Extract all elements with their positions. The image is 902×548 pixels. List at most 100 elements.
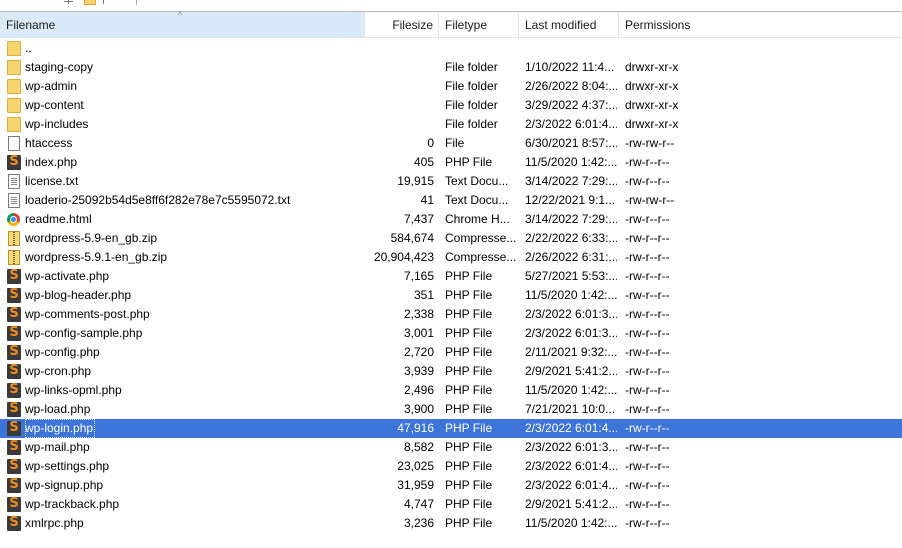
file-size: 3,939 <box>403 364 434 378</box>
file-row[interactable]: wp-settings.php 23,025 PHP File 2/3/2022 6:… <box>0 457 902 476</box>
file-name-cell: wp-config-sample.php <box>6 324 361 343</box>
file-modified: 2/3/2022 6:01:4... <box>525 117 617 131</box>
folder-icon[interactable] <box>84 0 96 5</box>
file-row[interactable]: staging-copy File folder 1/10/2022 11:4...… <box>0 58 902 77</box>
file-name: wp-login.php <box>25 419 96 438</box>
file-name-cell: loaderio-25092b54d5e8ff6f282e78e7c559507… <box>6 191 361 210</box>
file-modified: 3/29/2022 4:37:... <box>525 98 617 112</box>
file-name: wp-activate.php <box>25 269 110 283</box>
file-icon <box>8 136 20 151</box>
file-name: index.php <box>25 155 78 169</box>
file-permissions: -rw-rw-r-- <box>625 193 675 207</box>
file-permissions: -rw-r--r-- <box>625 231 670 245</box>
file-type: Compresse... <box>445 231 517 245</box>
file-row[interactable]: wp-links-opml.php 2,496 PHP File 11/5/2020 … <box>0 381 902 400</box>
file-row[interactable]: wordpress-5.9.1-en_gb.zip 20,904,423 Compr… <box>0 248 902 267</box>
php-file-icon <box>7 362 21 379</box>
php-file-icon <box>7 400 21 417</box>
column-header-row: Filename ^ Filesize Filetype Last modifi… <box>0 11 902 38</box>
file-modified: 7/21/2021 10:0... <box>525 402 616 416</box>
file-row[interactable]: wp-config-sample.php 3,001 PHP File 2/3/202… <box>0 324 902 343</box>
file-row[interactable]: wp-trackback.php 4,747 PHP File 2/9/2021 5:… <box>0 495 902 514</box>
file-row[interactable]: wp-content File folder 3/29/2022 4:37:... d… <box>0 96 902 115</box>
file-modified: 5/27/2021 5:53:... <box>525 269 617 283</box>
column-header-permissions[interactable]: Permissions <box>619 12 902 37</box>
folder-icon <box>7 79 21 94</box>
file-name-cell: wp-content <box>6 96 361 115</box>
expander-line <box>64 1 73 2</box>
php-file-icon <box>7 343 21 360</box>
file-row[interactable]: wp-login.php 47,916 PHP File 2/3/2022 6:01:… <box>0 419 902 438</box>
text-file-icon <box>8 193 20 208</box>
file-row[interactable]: wp-activate.php 7,165 PHP File 5/27/2021 5:… <box>0 267 902 286</box>
file-row[interactable]: wp-load.php 3,900 PHP File 7/21/2021 10:0..… <box>0 400 902 419</box>
file-modified: 11/5/2020 1:42:... <box>525 155 617 169</box>
file-modified: 2/3/2022 6:01:4... <box>525 459 617 473</box>
file-type: PHP File <box>445 421 493 435</box>
file-permissions: -rw-r--r-- <box>625 250 670 264</box>
file-name: license.txt <box>25 174 79 188</box>
file-row[interactable]: xmlrpc.php 3,236 PHP File 11/5/2020 1:42:..… <box>0 514 902 533</box>
file-list-view[interactable]: Filename ^ Filesize Filetype Last modifi… <box>0 11 902 548</box>
column-header-label: Filesize <box>392 18 433 32</box>
file-type: File folder <box>445 117 498 131</box>
file-type: PHP File <box>445 440 493 454</box>
file-type: Text Docu... <box>445 174 509 188</box>
file-size <box>366 115 434 134</box>
file-permissions: -rw-r--r-- <box>625 155 670 169</box>
file-type: File folder <box>445 79 498 93</box>
file-name: wp-signup.php <box>25 478 104 492</box>
column-header-filetype[interactable]: Filetype <box>439 12 519 37</box>
file-name-cell: wp-load.php <box>6 400 361 419</box>
file-row[interactable]: wordpress-5.9-en_gb.zip 584,674 Compresse.… <box>0 229 902 248</box>
file-row[interactable]: wp-comments-post.php 2,338 PHP File 2/3/202… <box>0 305 902 324</box>
file-row[interactable]: index.php 405 PHP File 11/5/2020 1:42:... -r… <box>0 153 902 172</box>
file-row[interactable]: wp-mail.php 8,582 PHP File 2/3/2022 6:01:3.… <box>0 438 902 457</box>
column-header-filesize[interactable]: Filesize <box>365 12 439 37</box>
file-row[interactable]: wp-includes File folder 2/3/2022 6:01:4...… <box>0 115 902 134</box>
file-row[interactable]: loaderio-25092b54d5e8ff6f282e78e7c559507… <box>0 191 902 210</box>
file-row[interactable]: readme.html 7,437 Chrome H... 3/14/2022 7:2… <box>0 210 902 229</box>
file-size: 351 <box>413 288 434 302</box>
folder-icon <box>7 60 21 75</box>
file-name-cell: wp-activate.php <box>6 267 361 286</box>
file-permissions: -rw-r--r-- <box>625 421 670 435</box>
file-name: wp-load.php <box>25 402 91 416</box>
file-permissions: -rw-r--r-- <box>625 212 670 226</box>
file-name-cell: license.txt <box>6 172 361 191</box>
file-type: PHP File <box>445 288 493 302</box>
file-type: PHP File <box>445 383 493 397</box>
column-header-last-modified[interactable]: Last modified <box>519 12 619 37</box>
file-permissions: drwxr-xr-x <box>625 60 679 74</box>
file-modified: 11/5/2020 1:42:... <box>525 516 617 530</box>
php-file-icon <box>7 381 21 398</box>
file-type: PHP File <box>445 478 493 492</box>
file-modified: 6/30/2021 8:57:... <box>525 136 617 150</box>
file-size: 3,900 <box>403 402 434 416</box>
file-permissions: -rw-r--r-- <box>625 269 670 283</box>
file-row[interactable]: .. <box>0 39 902 58</box>
file-name: wp-mail.php <box>25 440 90 454</box>
column-header-label: Filetype <box>445 18 488 32</box>
php-file-icon <box>7 514 21 531</box>
file-row[interactable]: wp-blog-header.php 351 PHP File 11/5/2020 1… <box>0 286 902 305</box>
file-row[interactable]: license.txt 19,915 Text Docu... 3/14/2022 7… <box>0 172 902 191</box>
file-row[interactable]: wp-admin File folder 2/26/2022 8:04:... drw… <box>0 77 902 96</box>
file-size: 23,025 <box>397 459 434 473</box>
file-modified <box>525 39 617 58</box>
column-header-filename[interactable]: Filename ^ <box>0 11 365 37</box>
file-type: Chrome H... <box>445 212 510 226</box>
file-permissions <box>625 39 715 58</box>
file-permissions: -rw-r--r-- <box>625 478 670 492</box>
file-size: 8,582 <box>403 440 434 454</box>
file-modified: 2/3/2022 6:01:4... <box>525 478 617 492</box>
file-row[interactable]: wp-signup.php 31,959 PHP File 2/3/2022 6:01… <box>0 476 902 495</box>
file-name: wp-content <box>25 98 84 112</box>
file-modified: 2/22/2022 6:33:... <box>525 231 617 245</box>
file-name-cell: wp-login.php <box>6 419 361 438</box>
file-row[interactable]: wp-config.php 2,720 PHP File 2/11/2021 9:32… <box>0 343 902 362</box>
file-name-cell: wp-trackback.php <box>6 495 361 514</box>
file-size <box>366 77 434 96</box>
file-row[interactable]: wp-cron.php 3,939 PHP File 2/9/2021 5:41:2.… <box>0 362 902 381</box>
file-row[interactable]: htaccess 0 File 6/30/2021 8:57:... -rw-rw-r-… <box>0 134 902 153</box>
